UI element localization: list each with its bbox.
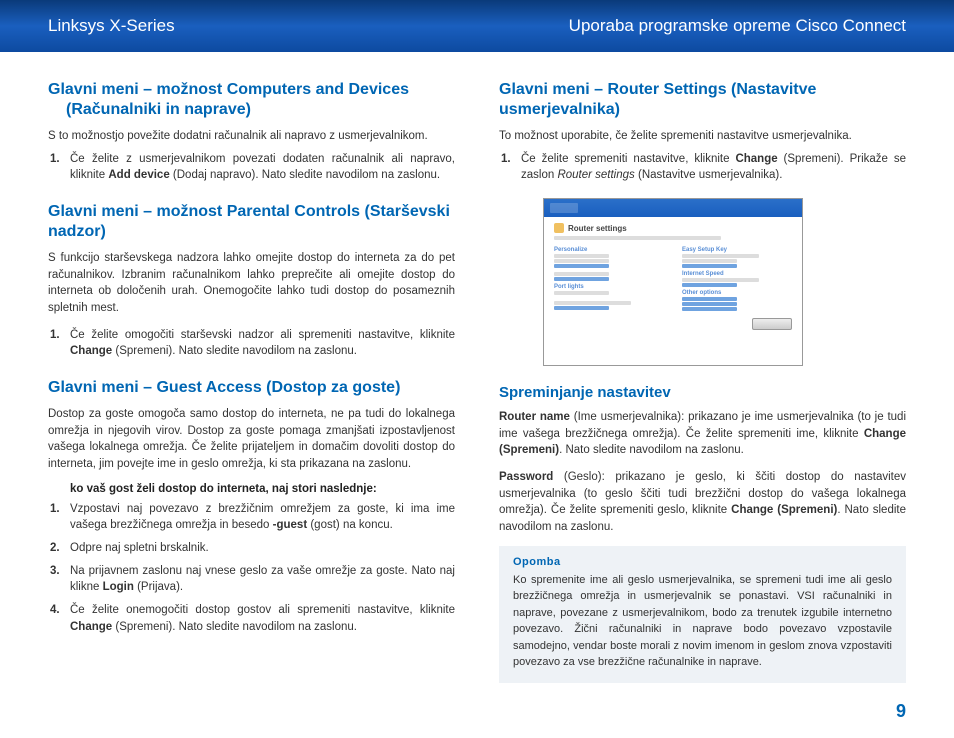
list-item: 1.Če želite spremeniti nastavitve, klikn… [521,151,906,184]
list-item: 1.Če želite omogočiti starševski nadzor … [70,327,455,360]
heading-computers-devices: Glavni meni – možnost Computers and Devi… [48,80,455,120]
cisco-logo-icon [550,203,578,213]
mock-ok-button [752,318,792,330]
list-item: 1.Vzpostavi naj povezavo z brezžičnim om… [70,501,455,534]
list-item: 1.Če želite z usmerjevalnikom povezati d… [70,151,455,184]
header-left: Linksys X-Series [48,16,175,36]
screenshot-router-settings: Router settings Personalize Port lights [543,198,803,366]
mock-body: Router settings Personalize Port lights [544,217,802,365]
li-text: Če želite spremeniti nastavitve, kliknit… [521,153,735,165]
ordered-list: 1.Vzpostavi naj povezavo z brezžičnim om… [48,501,455,636]
li-bold: Add device [108,169,169,181]
p-bold: Router name [499,411,570,423]
para-password: Password (Geslo): prikazano je geslo, ki… [499,469,906,536]
section-guest-access: Glavni meni – Guest Access (Dostop za go… [48,378,455,635]
right-column: Glavni meni – Router Settings (Nastavitv… [499,80,906,701]
ordered-list: 1.Če želite spremeniti nastavitve, klikn… [499,151,906,184]
heading-guest: Glavni meni – Guest Access (Dostop za go… [48,378,455,398]
li-text: Odpre naj spletni brskalnik. [70,542,209,554]
mock-h: Personalize [554,247,664,253]
heading-line1: Glavni meni – možnost Computers and Devi… [48,81,409,98]
li-bold: Change [70,345,112,357]
heading-router-settings: Glavni meni – Router Settings (Nastavitv… [499,80,906,120]
p-bold: Change (Spremeni) [731,504,837,516]
mock-title-row: Router settings [554,223,792,233]
intro-text: Dostop za goste omogoča samo dostop do i… [48,406,455,473]
section-router-settings: Glavni meni – Router Settings (Nastavitv… [499,80,906,366]
note-box: Opomba Ko spremenite ime ali geslo usmer… [499,546,906,683]
para-router-name: Router name (Ime usmerjevalnika): prikaz… [499,409,906,459]
p-bold: Password [499,471,553,483]
intro-text: S to možnostjo povežite dodatni računaln… [48,128,455,145]
mock-h: Port lights [554,284,664,290]
ordered-list: 1.Če želite omogočiti starševski nadzor … [48,327,455,360]
p-text: . Nato sledite navodilom na zaslonu. [559,444,744,456]
ordered-list: 1.Če želite z usmerjevalnikom povezati d… [48,151,455,184]
sub-heading: ko vaš gost želi dostop do interneta, na… [70,483,455,495]
mock-titlebar [544,199,802,217]
section-parental-controls: Glavni meni – možnost Parental Controls … [48,202,455,360]
heading-change-settings: Spreminjanje nastavitev [499,384,906,401]
note-title: Opomba [513,556,892,568]
li-text: (Nastavitve usmerjevalnika). [635,169,783,181]
list-item: 2.Odpre naj spletni brskalnik. [70,540,455,557]
list-item: 3.Na prijavnem zaslonu naj vnese geslo z… [70,563,455,596]
intro-text: S funkcijo starševskega nadzora lahko om… [48,250,455,317]
mock-h: Internet Speed [682,271,792,277]
li-bold: -guest [273,519,308,531]
li-text: Če želite omogočiti starševski nadzor al… [70,329,455,341]
li-bold: Login [103,581,134,593]
li-text: (Spremeni). Nato sledite navodilom na za… [112,621,357,633]
li-text: (Spremeni). Nato sledite navodilom na za… [112,345,357,357]
header-right: Uporaba programske opreme Cisco Connect [569,16,906,36]
note-body: Ko spremenite ime ali geslo usmerjevalni… [513,572,892,671]
mock-h: Easy Setup Key [682,247,792,253]
section-computers-devices: Glavni meni – možnost Computers and Devi… [48,80,455,184]
li-text: Če želite onemogočiti dostop gostov ali … [70,604,455,616]
intro-text: To možnost uporabite, če želite spremeni… [499,128,906,145]
page-number: 9 [896,701,906,722]
heading-line2: (Računalniki in naprave) [48,101,251,118]
mock-subtitle [554,236,792,240]
li-ital: Router settings [557,169,634,181]
gear-icon [554,223,564,233]
li-text: (gost) na koncu. [307,519,393,531]
li-bold: Change [735,153,777,165]
li-text: (Prijava). [134,581,183,593]
mock-h: Other options [682,290,792,296]
left-column: Glavni meni – možnost Computers and Devi… [48,80,455,701]
section-change-settings: Spreminjanje nastavitev Router name (Ime… [499,384,906,683]
li-bold: Change [70,621,112,633]
list-item: 4.Če želite onemogočiti dostop gostov al… [70,602,455,635]
li-text: (Dodaj napravo). Nato sledite navodilom … [170,169,440,181]
mock-title-text: Router settings [568,224,627,233]
heading-parental: Glavni meni – možnost Parental Controls … [48,202,455,242]
header-bar: Linksys X-Series Uporaba programske opre… [0,0,954,52]
li-text: Vzpostavi naj povezavo z brezžičnim omre… [70,503,455,532]
page-body: Glavni meni – možnost Computers and Devi… [0,52,954,701]
